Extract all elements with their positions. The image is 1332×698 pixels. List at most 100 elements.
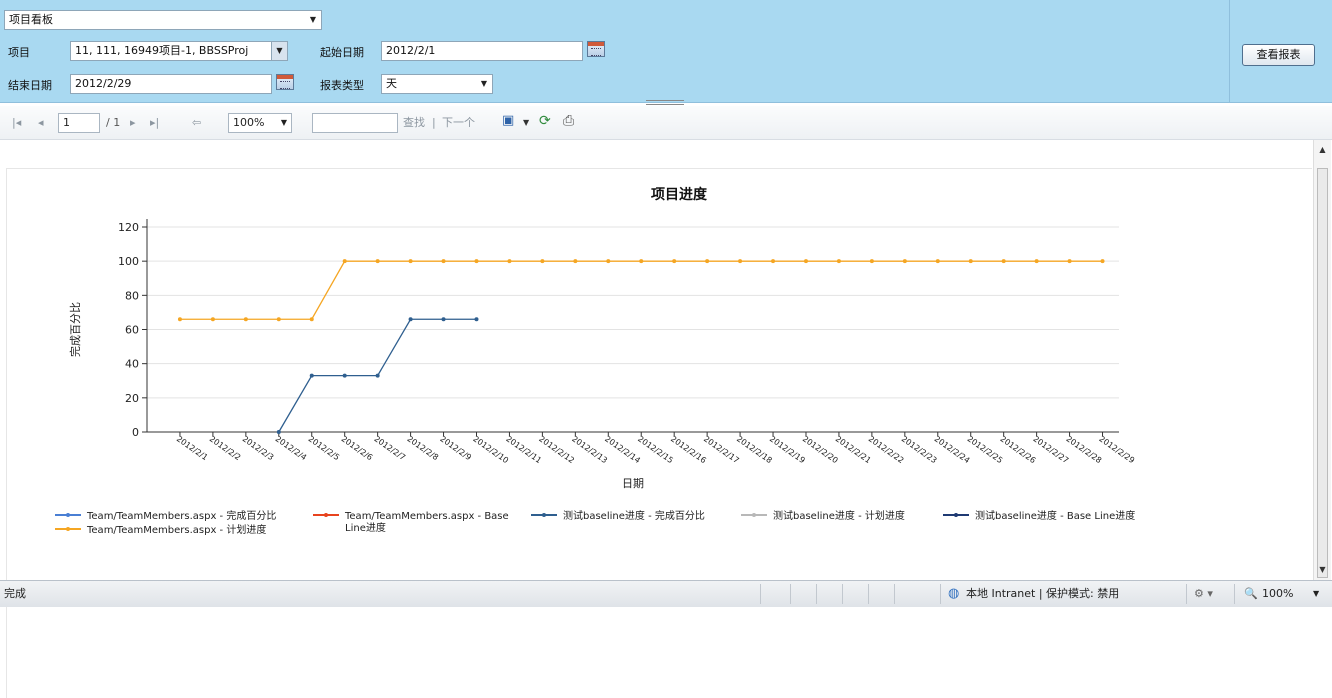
chevron-down-icon[interactable]: ▼: [523, 116, 529, 130]
vertical-scrollbar[interactable]: ▲ ▼: [1313, 140, 1331, 580]
y-tick-label: 0: [132, 426, 139, 439]
page-total: / 1: [106, 116, 121, 129]
data-point: [375, 373, 380, 378]
data-point: [869, 259, 874, 264]
start-date-value: 2012/2/1: [386, 44, 436, 57]
find-separator: |: [432, 116, 436, 129]
data-point: [210, 317, 215, 322]
chevron-down-icon[interactable]: ▼: [271, 42, 287, 60]
find-next-link[interactable]: 下一个: [442, 116, 475, 130]
report-type-select[interactable]: 天 ▼: [381, 74, 493, 94]
x-tick-label: 2012/2/5: [307, 434, 342, 462]
refresh-icon[interactable]: ⟳: [539, 114, 551, 128]
splitter-handle[interactable]: [646, 100, 684, 105]
data-point: [474, 259, 479, 264]
chevron-down-icon[interactable]: ▼: [281, 114, 287, 132]
x-tick-label: 2012/2/4: [274, 434, 309, 462]
x-tick-label: 2012/2/27: [1031, 434, 1070, 465]
scroll-thumb[interactable]: [1317, 168, 1328, 578]
data-point: [309, 373, 314, 378]
chevron-down-icon[interactable]: ▼: [476, 75, 492, 93]
chevron-down-icon[interactable]: ▼: [1313, 581, 1319, 607]
series-line: [179, 260, 1103, 320]
page-number-input[interactable]: 1: [58, 113, 100, 133]
data-point: [474, 317, 479, 322]
y-tick-label: 120: [118, 221, 139, 234]
scroll-up-icon[interactable]: ▲: [1314, 142, 1331, 158]
view-report-button[interactable]: 查看报表: [1242, 44, 1315, 66]
legend-marker: [752, 513, 756, 517]
project-value: 11, 111, 16949项目-1, BBSSProj: [75, 44, 249, 57]
zoom-icon[interactable]: 🔍: [1244, 581, 1258, 607]
legend-label: Team/TeamMembers.aspx - 计划进度: [86, 523, 266, 536]
next-page-icon[interactable]: ▸: [130, 116, 136, 130]
print-icon[interactable]: ⎙: [563, 114, 574, 128]
data-point: [935, 259, 940, 264]
zoom-level-text[interactable]: 100%: [1262, 581, 1293, 607]
zoom-select[interactable]: 100% ▼: [228, 113, 292, 133]
status-cell: [760, 584, 761, 604]
x-tick-label: 2012/2/18: [735, 434, 774, 465]
x-tick-label: 2012/2/25: [966, 434, 1005, 465]
data-point: [836, 259, 841, 264]
scroll-down-icon[interactable]: ▼: [1314, 562, 1331, 578]
status-cell: [868, 584, 869, 604]
back-icon[interactable]: ⇦: [192, 116, 201, 130]
security-icon[interactable]: ⚙ ▾: [1194, 581, 1213, 607]
data-point: [276, 317, 281, 322]
x-tick-label: 2012/2/8: [405, 434, 440, 462]
x-tick-label: 2012/2/2: [208, 434, 243, 462]
data-point: [771, 259, 776, 264]
x-tick-label: 2012/2/10: [471, 434, 510, 465]
legend-label: 测试baseline进度 - Base Line进度: [975, 509, 1135, 522]
first-page-icon[interactable]: |◂: [12, 116, 21, 130]
data-point: [803, 259, 808, 264]
x-tick-label: 2012/2/16: [669, 434, 708, 465]
x-tick-label: 2012/2/15: [636, 434, 675, 465]
data-point: [639, 259, 644, 264]
page-number-value: 1: [63, 116, 70, 129]
end-date-input[interactable]: 2012/2/29: [70, 74, 272, 94]
calendar-icon[interactable]: [587, 41, 605, 57]
legend-label: Team/TeamMembers.aspx - 完成百分比: [86, 509, 276, 522]
find-link[interactable]: 查找: [403, 116, 425, 130]
data-point: [705, 259, 710, 264]
legend-label: Team/TeamMembers.aspx - Base: [344, 511, 509, 522]
data-point: [1100, 259, 1105, 264]
legend-marker: [954, 513, 958, 517]
project-select[interactable]: 11, 111, 16949项目-1, BBSSProj ▼: [70, 41, 288, 61]
data-point: [968, 259, 973, 264]
x-tick-label: 2012/2/19: [768, 434, 807, 465]
x-tick-label: 2012/2/24: [933, 434, 972, 465]
start-date-input[interactable]: 2012/2/1: [381, 41, 583, 61]
zone-text[interactable]: 本地 Intranet | 保护模式: 禁用: [966, 581, 1119, 607]
status-cell: [1186, 584, 1187, 604]
chevron-down-icon[interactable]: ▼: [305, 11, 321, 29]
data-point: [408, 259, 413, 264]
y-tick-label: 40: [125, 358, 139, 371]
panel-divider: [1229, 0, 1230, 102]
zoom-value: 100%: [233, 116, 265, 129]
chart-title: 项目进度: [651, 186, 708, 203]
status-cell: [816, 584, 817, 604]
x-tick-label: 2012/2/6: [340, 434, 375, 462]
last-page-icon[interactable]: ▸|: [150, 116, 159, 130]
x-tick-label: 2012/2/29: [1097, 434, 1136, 465]
y-axis-label: 完成百分比: [68, 302, 82, 357]
calendar-icon[interactable]: [276, 74, 294, 90]
report-select[interactable]: 项目看板 ▼: [4, 10, 322, 30]
x-tick-label: 2012/2/13: [570, 434, 609, 465]
data-point: [573, 259, 578, 264]
status-cell: [894, 584, 895, 604]
y-tick-label: 20: [125, 392, 139, 405]
prev-page-icon[interactable]: ◂: [38, 116, 44, 130]
x-tick-label: 2012/2/20: [801, 434, 840, 465]
save-icon[interactable]: ▣: [502, 114, 514, 128]
progress-chart: 项目进度0204060801001202012/2/12012/2/22012/…: [55, 186, 1136, 536]
find-input[interactable]: [312, 113, 398, 133]
legend-marker: [66, 513, 70, 517]
x-tick-label: 2012/2/17: [702, 434, 741, 465]
legend-label: 测试baseline进度 - 计划进度: [773, 509, 905, 522]
x-tick-label: 2012/2/12: [537, 434, 576, 465]
report-type-label: 报表类型: [320, 79, 364, 92]
